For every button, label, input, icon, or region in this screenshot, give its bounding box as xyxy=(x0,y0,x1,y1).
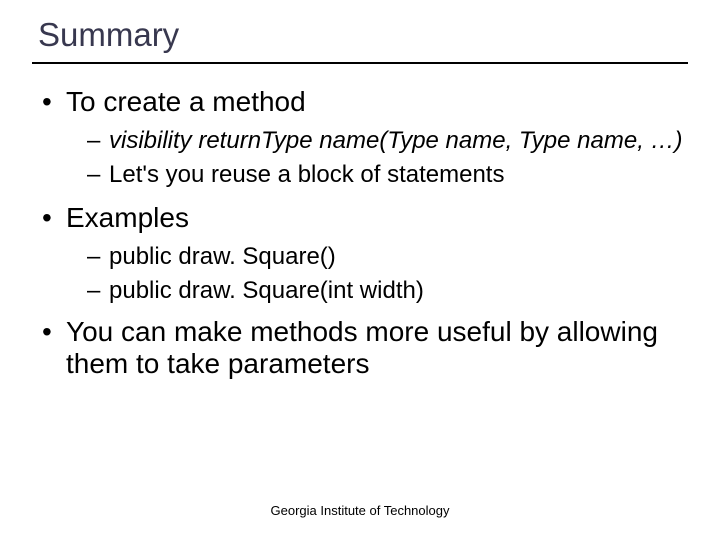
bullet-dot-icon: • xyxy=(42,316,66,380)
bullet-dash-icon: – xyxy=(87,160,109,190)
title-underline xyxy=(32,62,688,64)
bullet-3: • You can make methods more useful by al… xyxy=(42,316,688,380)
bullet-1-1-text: visibility returnType name(Type name, Ty… xyxy=(109,126,683,156)
bullet-1-text: To create a method xyxy=(66,86,306,118)
bullet-dot-icon: • xyxy=(42,86,66,118)
bullet-2-1-text: public draw. Square() xyxy=(109,242,336,272)
bullet-dash-icon: – xyxy=(87,276,109,306)
bullet-2: • Examples xyxy=(42,202,688,234)
footer-text: Georgia Institute of Technology xyxy=(0,503,720,518)
bullet-2-1: – public draw. Square() xyxy=(87,242,688,272)
slide-title: Summary xyxy=(38,16,688,58)
bullet-2-2: – public draw. Square(int width) xyxy=(87,276,688,306)
bullet-2-text: Examples xyxy=(66,202,189,234)
bullet-dash-icon: – xyxy=(87,126,109,156)
bullet-dash-icon: – xyxy=(87,242,109,272)
bullet-1-2-text: Let's you reuse a block of statements xyxy=(109,160,504,190)
bullet-2-2-text: public draw. Square(int width) xyxy=(109,276,424,306)
bullet-1: • To create a method xyxy=(42,86,688,118)
slide-container: Summary • To create a method – visibilit… xyxy=(0,0,720,380)
bullet-1-2: – Let's you reuse a block of statements xyxy=(87,160,688,190)
bullet-1-1: – visibility returnType name(Type name, … xyxy=(87,126,688,156)
bullet-dot-icon: • xyxy=(42,202,66,234)
bullet-3-text: You can make methods more useful by allo… xyxy=(66,316,688,380)
